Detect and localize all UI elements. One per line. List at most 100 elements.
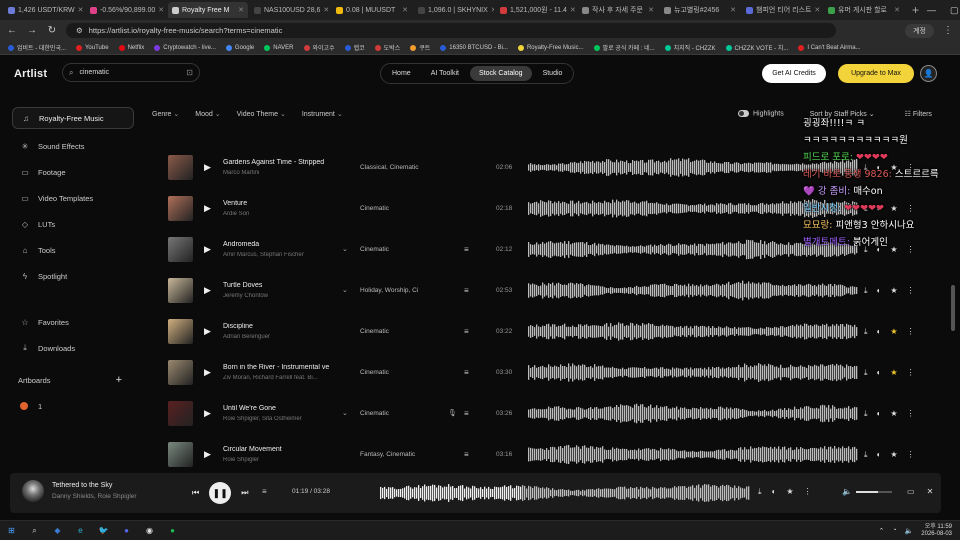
track-artist[interactable]: Ardie Son xyxy=(223,211,333,217)
artlist-logo[interactable]: Artlist xyxy=(14,68,47,80)
stems-icon[interactable]: ≡ xyxy=(464,450,469,459)
player-download-icon[interactable]: ⤓ xyxy=(758,487,762,497)
next-icon[interactable]: ⏭ xyxy=(241,488,248,498)
star-icon[interactable]: ★ xyxy=(890,286,897,296)
filter-genre-dropdown[interactable]: Genre xyxy=(152,110,179,118)
track-genre[interactable]: Holiday, Worship, Ci xyxy=(360,287,424,294)
star-icon[interactable]: ★ xyxy=(890,327,897,337)
bookmark-item[interactable]: 팔로 공식 카페 : 네... xyxy=(593,43,655,52)
taskbar-app-icon[interactable]: ◉ xyxy=(144,525,155,536)
sidebar-item-downloads[interactable]: ⤓ Downloads xyxy=(12,335,134,361)
play-icon[interactable]: ▶ xyxy=(204,244,211,255)
tab-close-icon[interactable]: ✕ xyxy=(648,6,654,14)
play-icon[interactable]: ▶ xyxy=(204,203,211,214)
bookmark-item[interactable]: Netflix xyxy=(118,44,144,51)
filter-video-theme-dropdown[interactable]: Video Theme xyxy=(237,110,286,118)
tab-close-icon[interactable]: ✕ xyxy=(570,6,576,14)
bookmark-item[interactable]: YouTube xyxy=(75,44,109,51)
get-ai-credits-button[interactable]: Get AI Credits xyxy=(762,64,826,83)
screen-icon[interactable]: ▭ xyxy=(907,487,915,496)
bookmark-item[interactable]: Google xyxy=(225,44,254,51)
avatar[interactable]: 👤 xyxy=(920,65,937,82)
player-artist[interactable]: Danny Shields, Roie Shpigler xyxy=(52,493,137,500)
stems-icon[interactable]: ≡ xyxy=(464,368,469,377)
play-icon[interactable]: ▶ xyxy=(204,408,211,419)
tray-chevron-icon[interactable]: ⌃ xyxy=(878,527,884,535)
play-icon[interactable]: ▶ xyxy=(204,367,211,378)
clock[interactable]: 오후 11:59 2026-08-03 xyxy=(921,524,952,538)
browser-tab[interactable]: 1,426 USDT/KRW ✕ xyxy=(4,2,84,18)
tab-close-icon[interactable]: ✕ xyxy=(730,6,736,14)
add-to-collection-icon[interactable]: ◐ xyxy=(877,327,882,337)
speaker-icon[interactable]: 🔈 xyxy=(905,527,914,535)
track-row[interactable]: ▶ Turtle Doves Jeremy Chontow ⌄ Holiday, Wor… xyxy=(168,278,928,319)
taskbar-app-icon[interactable]: ⊞ xyxy=(6,525,17,536)
network-icon[interactable]: ◔ xyxy=(892,527,896,534)
tab-close-icon[interactable]: ✕ xyxy=(894,6,900,14)
browser-tab[interactable]: 유머 게시판 할로 ✕ xyxy=(824,2,904,18)
stems-icon[interactable]: ≡ xyxy=(464,327,469,336)
topnav-home[interactable]: Home xyxy=(383,66,420,81)
url-field[interactable]: ⚙ https://artlist.io/royalty-free-music/… xyxy=(66,23,836,38)
track-artist[interactable]: Adrian Berenguer xyxy=(223,334,333,340)
browser-tab[interactable]: 뉴고별링#2456 ✕ xyxy=(660,2,740,18)
tab-close-icon[interactable]: ✕ xyxy=(238,6,244,14)
track-artist[interactable]: Amir Marcus, Stephan Fischer xyxy=(223,252,333,258)
taskbar-app-icon[interactable]: ⌕ xyxy=(29,525,40,536)
download-icon[interactable]: ⤓ xyxy=(864,368,868,378)
browser-tab[interactable]: 챔피언 티어 리스트 ✕ xyxy=(742,2,822,18)
artboard-item[interactable]: 1 xyxy=(12,393,134,419)
track-genre[interactable]: Cinematic xyxy=(360,369,424,376)
bookmark-item[interactable]: Cryptowatch - live... xyxy=(154,44,216,51)
track-waveform[interactable] xyxy=(528,442,858,467)
highlights-toggle[interactable]: Highlights xyxy=(738,110,784,118)
track-genre[interactable]: Classical, Cinematic xyxy=(360,164,424,171)
stems-icon[interactable]: ≡ xyxy=(464,409,469,418)
player-add-icon[interactable]: ◐ xyxy=(772,487,777,497)
topnav-stock-catalog[interactable]: Stock Catalog xyxy=(469,66,532,81)
track-genre[interactable]: Cinematic xyxy=(360,410,424,417)
site-info-icon[interactable]: ⚙ xyxy=(76,26,83,35)
bookmark-item[interactable]: 16350 BTCUSD - Bi... xyxy=(440,44,508,51)
filter-instrument-dropdown[interactable]: Instrument xyxy=(302,110,343,118)
more-icon[interactable]: ⋮ xyxy=(907,286,915,296)
track-title[interactable]: Circular Movement xyxy=(223,446,333,453)
browser-tab[interactable]: 1,096.0 | SKHYNIX ✕ xyxy=(414,2,494,18)
browser-tab[interactable]: 작사 후 자세 주문 ✕ xyxy=(578,2,658,18)
track-waveform[interactable] xyxy=(528,360,858,385)
close-player-icon[interactable]: ✕ xyxy=(927,487,934,496)
bookmark-item[interactable]: 랩코 xyxy=(344,43,365,52)
play-icon[interactable]: ▶ xyxy=(204,162,211,173)
star-icon[interactable]: ★ xyxy=(890,409,897,419)
track-waveform[interactable] xyxy=(528,319,858,344)
browser-tab[interactable]: 1,521,000원 - 11.4 ✕ xyxy=(496,2,576,18)
page-scrollbar[interactable] xyxy=(951,285,955,331)
star-icon[interactable]: ★ xyxy=(890,450,897,460)
sidebar-item-royalty-free-music[interactable]: ♫ Royalty-Free Music xyxy=(12,107,134,129)
topnav-studio[interactable]: Studio xyxy=(534,66,572,81)
bookmark-item[interactable]: I Can't Beat Airma... xyxy=(798,44,861,51)
sidebar-item-luts[interactable]: ◇ LUTs xyxy=(12,211,134,237)
track-title[interactable]: Andromeda xyxy=(223,241,333,248)
star-icon[interactable]: ★ xyxy=(890,368,897,378)
sidebar-item-footage[interactable]: ▭ Footage xyxy=(12,159,134,185)
previous-icon[interactable]: ⏮ xyxy=(192,488,199,498)
tab-close-icon[interactable]: ✕ xyxy=(402,6,408,14)
player-star-icon[interactable]: ★ xyxy=(786,487,793,497)
bookmark-item[interactable]: CHZZK VOTE - 치... xyxy=(725,43,788,52)
filter-mood-dropdown[interactable]: Mood xyxy=(195,110,220,118)
back-icon[interactable]: ← xyxy=(6,25,18,36)
volume-control[interactable]: 🔈 xyxy=(842,487,892,496)
track-title[interactable]: Until We're Gone xyxy=(223,405,333,412)
reload-icon[interactable]: ↻ xyxy=(46,25,58,36)
expand-versions-icon[interactable]: ⌄ xyxy=(342,409,348,417)
upgrade-button[interactable]: Upgrade to Max xyxy=(838,64,914,83)
profile-button[interactable]: 계정 xyxy=(905,23,934,38)
taskbar-app-icon[interactable]: ● xyxy=(167,525,178,536)
track-title[interactable]: Discipline xyxy=(223,323,333,330)
taskbar-app-icon[interactable]: e xyxy=(75,525,86,536)
maximize-icon[interactable]: ▢ xyxy=(950,5,959,16)
track-artist[interactable]: Marco Martini xyxy=(223,170,333,176)
track-title[interactable]: Gardens Against Time - Stripped xyxy=(223,159,333,166)
add-to-collection-icon[interactable]: ◐ xyxy=(877,286,882,296)
